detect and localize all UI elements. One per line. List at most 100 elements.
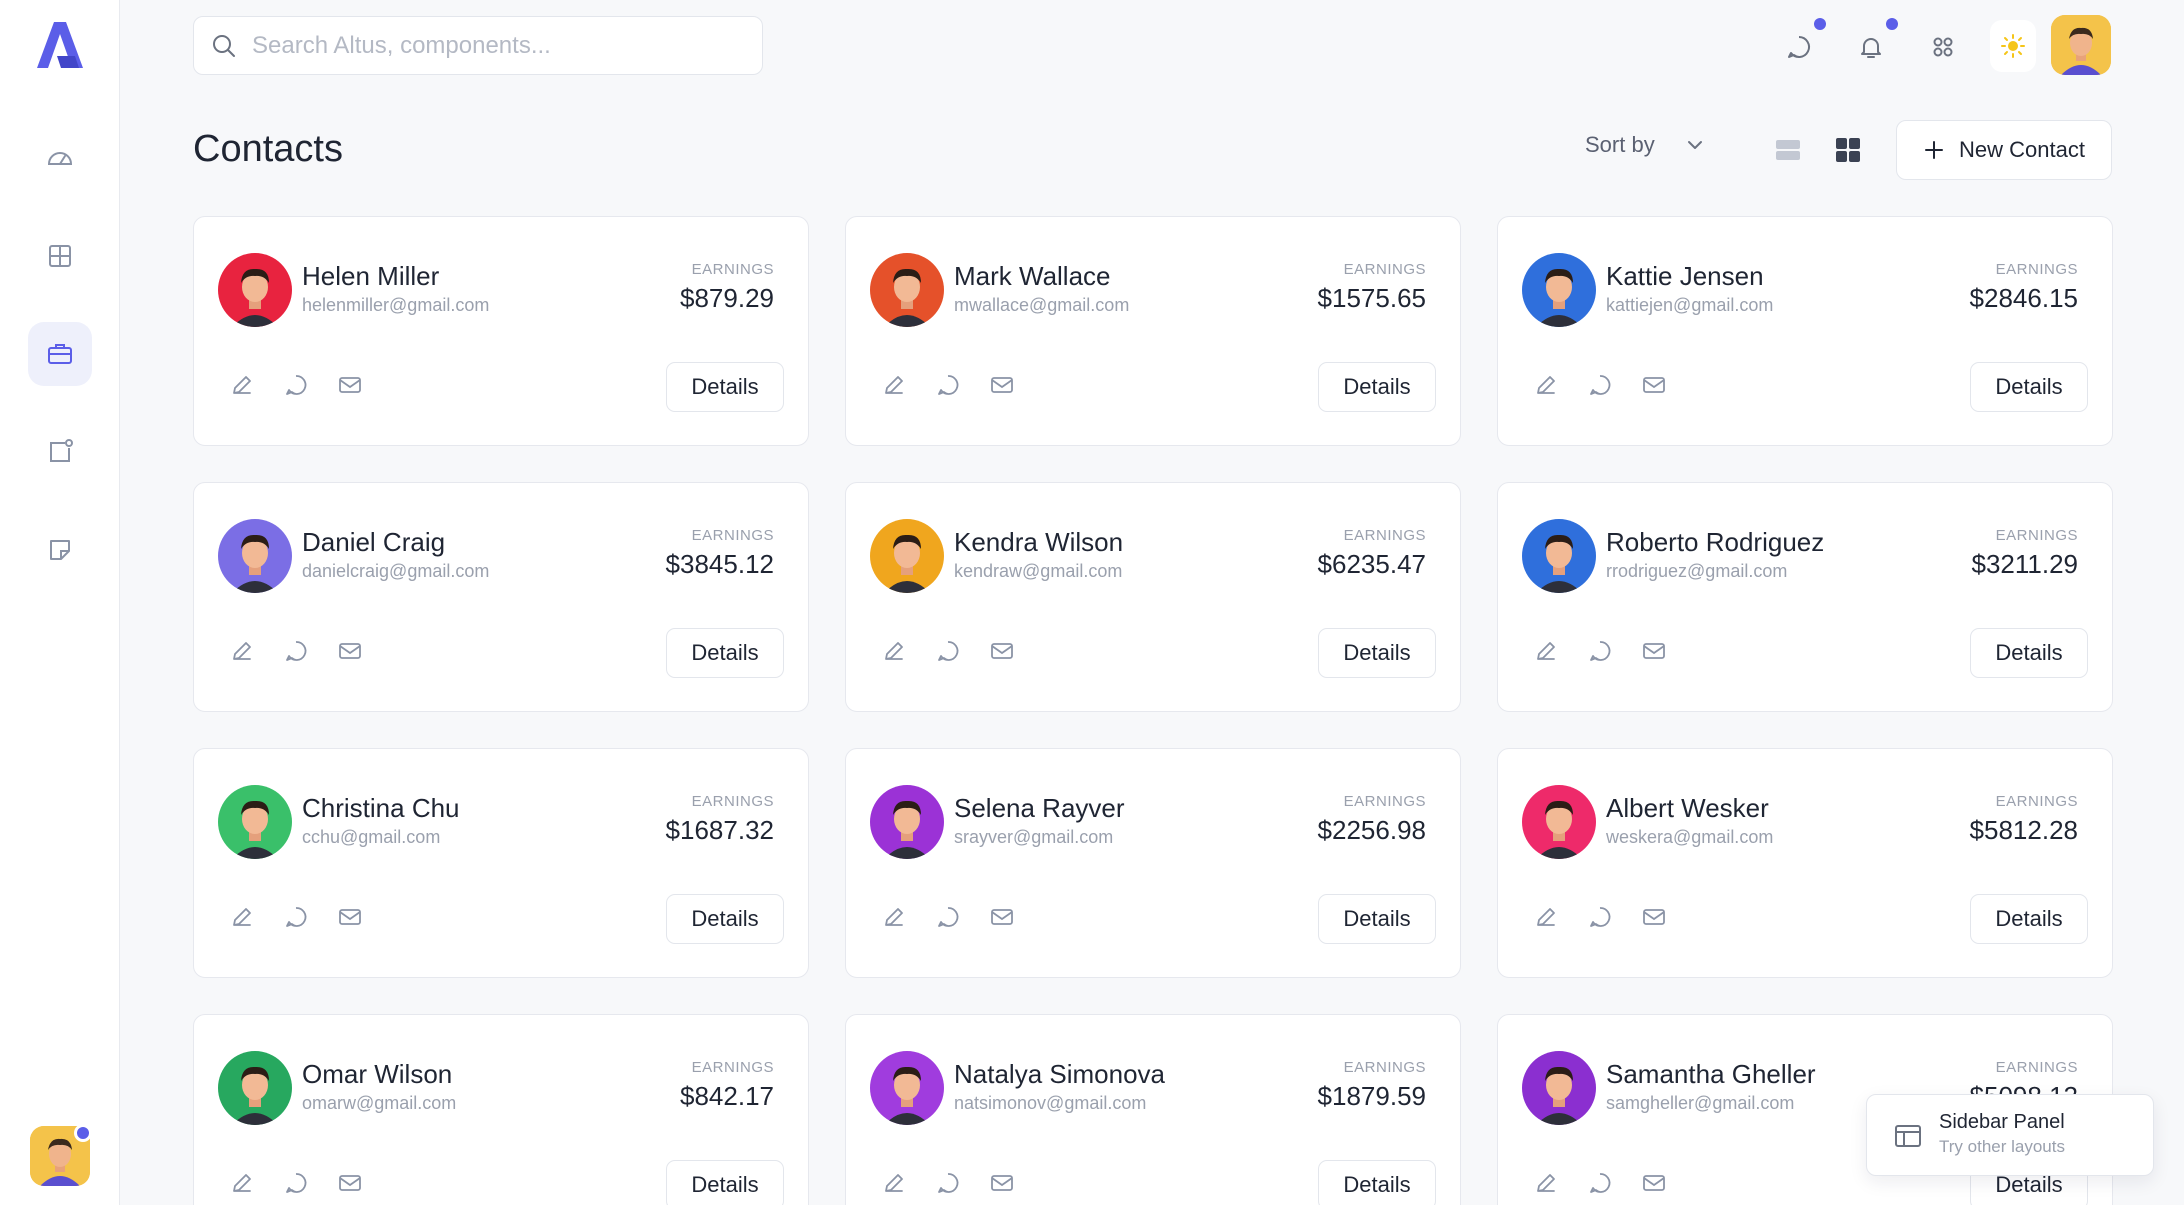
nav-layouts[interactable] [28, 224, 92, 288]
card-actions [880, 371, 1016, 399]
edit-icon[interactable] [880, 637, 908, 665]
earnings-value: $1575.65 [1317, 283, 1426, 313]
edit-icon[interactable] [228, 903, 256, 931]
mail-icon[interactable] [1640, 1169, 1668, 1197]
sidebar-panel-popup[interactable]: Sidebar Panel Try other layouts [1866, 1094, 2154, 1176]
mail-icon[interactable] [988, 371, 1016, 399]
contact-avatar[interactable] [218, 253, 292, 327]
details-button[interactable]: Details [1970, 362, 2088, 412]
details-button[interactable]: Details [666, 628, 784, 678]
contact-card: Roberto Rodriguez rrodriguez@gmail.com EAR… [1497, 482, 2113, 712]
contact-avatar[interactable] [1522, 519, 1596, 593]
search-input[interactable] [252, 31, 732, 60]
contact-avatar[interactable] [870, 519, 944, 593]
earnings-value: $879.29 [680, 283, 774, 313]
contact-name: Natalya Simonova [954, 1059, 1165, 1089]
message-icon[interactable] [282, 1169, 310, 1197]
message-icon[interactable] [1586, 637, 1614, 665]
contact-avatar[interactable] [870, 253, 944, 327]
bell-icon [1861, 38, 1881, 58]
notifications-button[interactable] [1848, 24, 1894, 70]
contact-avatar[interactable] [218, 1051, 292, 1125]
list-view-button[interactable] [1773, 135, 1803, 165]
message-icon[interactable] [282, 903, 310, 931]
grid-view-button[interactable] [1833, 135, 1863, 165]
sidebar-panel-subtitle: Try other layouts [1939, 1137, 2065, 1156]
mail-icon[interactable] [1640, 637, 1668, 665]
mail-icon[interactable] [336, 1169, 364, 1197]
mail-icon[interactable] [988, 903, 1016, 931]
earnings-label: EARNINGS [1343, 793, 1426, 810]
contact-name: Albert Wesker [1606, 793, 1769, 823]
message-icon[interactable] [282, 637, 310, 665]
edit-icon[interactable] [228, 637, 256, 665]
details-button[interactable]: Details [1318, 628, 1436, 678]
details-button[interactable]: Details [1970, 628, 2088, 678]
details-button[interactable]: Details [1318, 894, 1436, 944]
layout-icon [1895, 1125, 1921, 1147]
altus-logo[interactable] [35, 20, 85, 70]
contact-email: samgheller@gmail.com [1606, 1093, 1795, 1113]
contact-email: helenmiller@gmail.com [302, 295, 490, 315]
mail-icon[interactable] [1640, 371, 1668, 399]
message-icon[interactable] [1586, 1169, 1614, 1197]
message-icon[interactable] [1586, 371, 1614, 399]
edit-icon[interactable] [228, 371, 256, 399]
details-button[interactable]: Details [666, 894, 784, 944]
theme-toggle-button[interactable] [1990, 20, 2036, 72]
edit-icon[interactable] [880, 903, 908, 931]
sort-dropdown[interactable]: Sort by [1585, 132, 1707, 158]
chat-button[interactable] [1776, 24, 1822, 70]
page-title: Contacts [193, 128, 343, 170]
search-icon [213, 34, 235, 57]
nav-business[interactable] [28, 322, 92, 386]
details-button[interactable]: Details [666, 362, 784, 412]
search-bar[interactable] [193, 16, 763, 75]
message-icon[interactable] [1586, 903, 1614, 931]
apps-button[interactable] [1920, 24, 1966, 70]
earnings-label: EARNINGS [1343, 527, 1426, 544]
contact-name: Roberto Rodriguez [1606, 527, 1825, 557]
message-icon[interactable] [934, 371, 962, 399]
edit-icon[interactable] [228, 1169, 256, 1197]
card-actions [228, 903, 364, 931]
edit-icon[interactable] [880, 1169, 908, 1197]
chat-icon [1788, 36, 1810, 58]
details-button[interactable]: Details [1318, 1160, 1436, 1205]
nav-notifications[interactable] [28, 420, 92, 484]
briefcase-icon [48, 344, 72, 364]
message-icon[interactable] [282, 371, 310, 399]
details-button[interactable]: Details [666, 1160, 784, 1205]
new-contact-button[interactable]: New Contact [1896, 120, 2112, 180]
edit-icon[interactable] [1532, 903, 1560, 931]
contact-avatar[interactable] [870, 785, 944, 859]
mail-icon[interactable] [336, 903, 364, 931]
contact-avatar[interactable] [1522, 785, 1596, 859]
contact-avatar[interactable] [1522, 253, 1596, 327]
nav-dashboard[interactable] [28, 126, 92, 190]
message-icon[interactable] [934, 1169, 962, 1197]
mail-icon[interactable] [988, 1169, 1016, 1197]
profile-avatar[interactable] [2051, 15, 2111, 75]
details-button[interactable]: Details [1318, 362, 1436, 412]
details-button[interactable]: Details [1970, 894, 2088, 944]
contact-avatar[interactable] [870, 1051, 944, 1125]
edit-icon[interactable] [1532, 371, 1560, 399]
message-icon[interactable] [934, 903, 962, 931]
edit-icon[interactable] [1532, 637, 1560, 665]
mail-icon[interactable] [1640, 903, 1668, 931]
contact-avatar[interactable] [218, 519, 292, 593]
nav-stickers[interactable] [28, 518, 92, 582]
earnings-label: EARNINGS [691, 261, 774, 278]
mail-icon[interactable] [336, 371, 364, 399]
contact-email: srayver@gmail.com [954, 827, 1114, 847]
contact-card: Albert Wesker weskera@gmail.com EARNINGS $5… [1497, 748, 2113, 978]
mail-icon[interactable] [336, 637, 364, 665]
edit-icon[interactable] [880, 371, 908, 399]
contact-avatar[interactable] [218, 785, 292, 859]
message-icon[interactable] [934, 637, 962, 665]
edit-icon[interactable] [1532, 1169, 1560, 1197]
contact-name: Christina Chu [302, 793, 460, 823]
mail-icon[interactable] [988, 637, 1016, 665]
contact-avatar[interactable] [1522, 1051, 1596, 1125]
